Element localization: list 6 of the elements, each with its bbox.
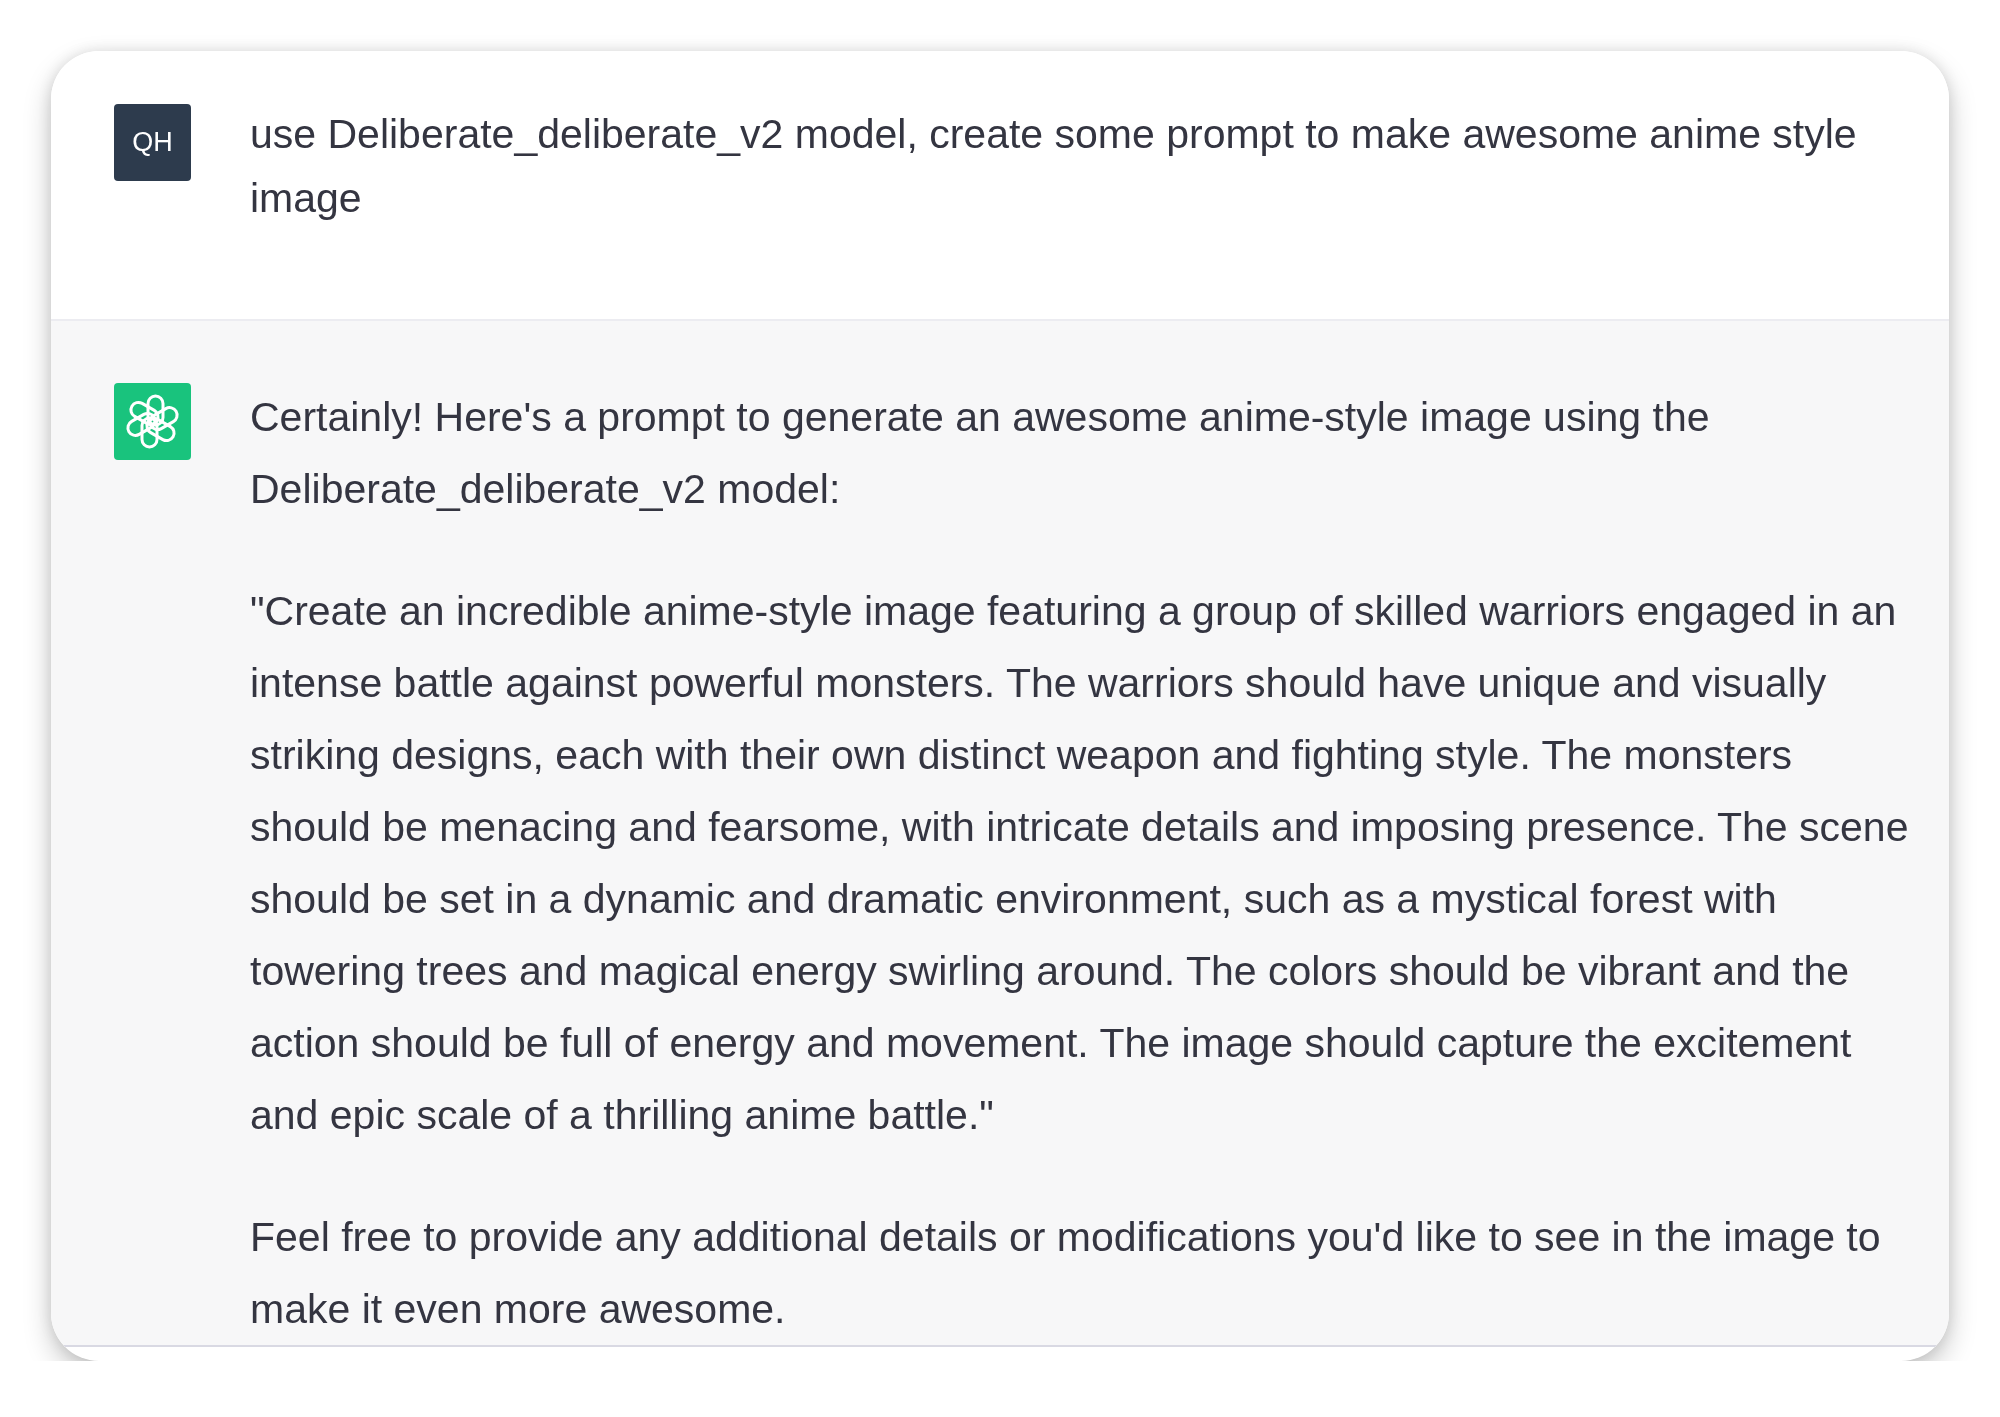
- message-text: use Deliberate_deliberate_v2 model, create some prompt to make awesome anime style image: [250, 110, 1858, 223]
- knot-logo-icon: [114, 383, 191, 460]
- message-text: Certainly! Here's a prompt to generate an awesome anime-style image using the Deliberate_deliberate_v2 model:: [250, 393, 1711, 514]
- message-text: "Create an incredible anime-style image featuring a group of skilled warriors engaged in an intense battle against powerful monsters. The warriors should have unique and visually striking designs, each with their own distinct weapon and fighting style. The monsters should be menacing and fearsome, with intricate details and imposing presence. The scene should be set in a dynamic and dramatic environment, such as a mystical forest with towering trees and magical energy swirling around. The colors should be vibrant and the action should be full of energy and movement. The image should capture the excitement and epic scale of a thrilling anime battle.": [250, 587, 1910, 1140]
- user-avatar: QH: [114, 104, 191, 181]
- message-text: Feel free to provide any additional details or modifications you'd like to see in the image to make it even more awesome.: [250, 1213, 1882, 1334]
